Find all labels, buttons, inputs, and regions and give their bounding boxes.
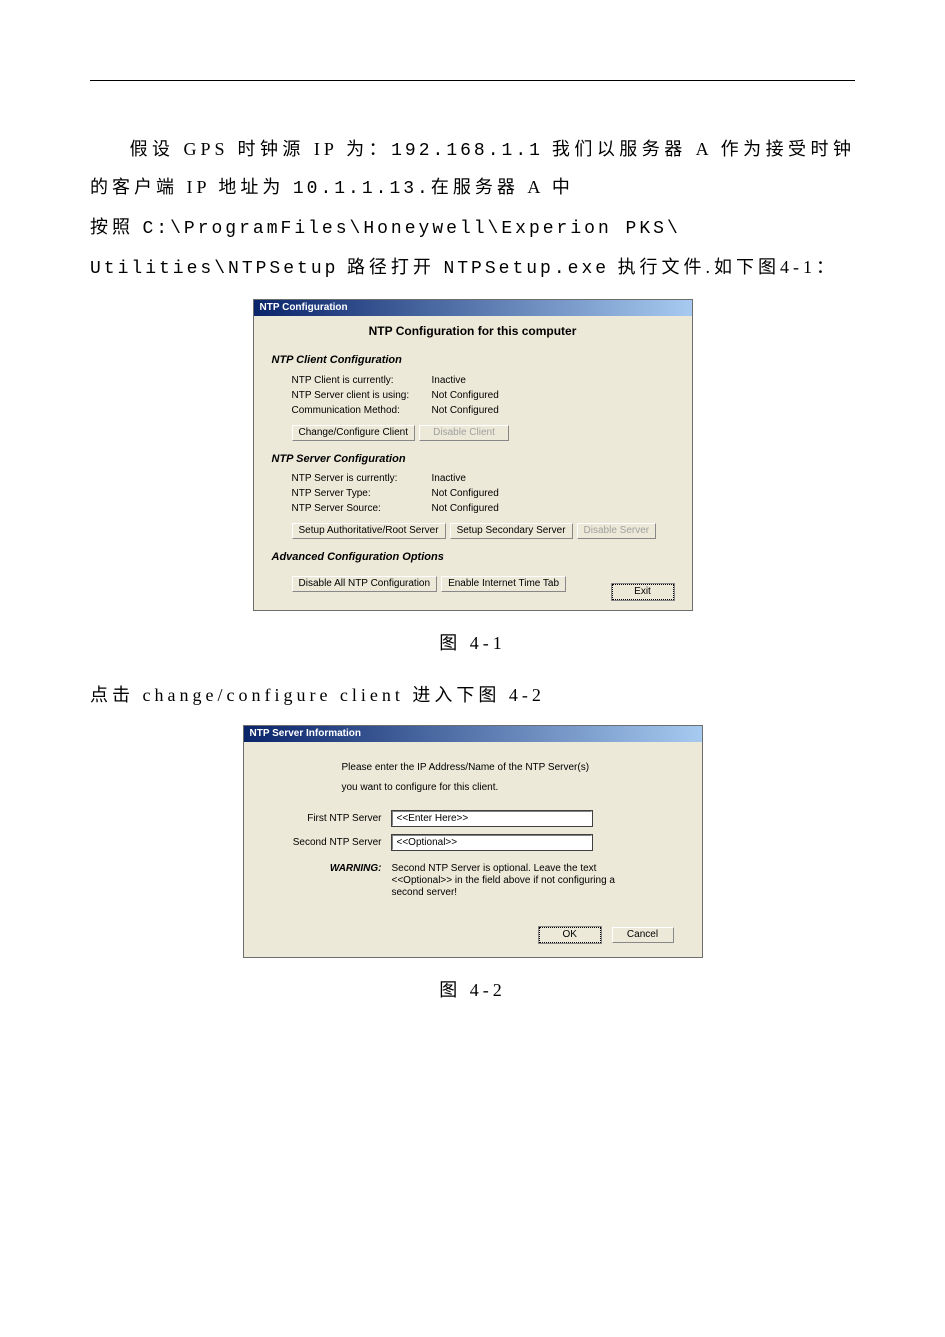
ntp-server-information-dialog: NTP Server Information Please enter the … <box>243 725 703 958</box>
client-using-label: NTP Server client is using: <box>292 390 432 402</box>
figure-4-2-wrap: NTP Server Information Please enter the … <box>90 725 855 958</box>
client-config-heading: NTP Client Configuration <box>272 354 674 367</box>
second-ntp-server-label: Second NTP Server <box>272 837 392 849</box>
paragraph-3: 点击 change/configure client 进入下图 4-2 <box>90 677 855 713</box>
client-current-value: Inactive <box>432 375 466 387</box>
advanced-config-heading: Advanced Configuration Options <box>272 551 674 564</box>
paragraph-2-line1: 按照 C:\ProgramFiles\Honeywell\Experion PK… <box>90 209 855 247</box>
setup-secondary-server-button[interactable]: Setup Secondary Server <box>450 523 573 539</box>
disable-client-button[interactable]: Disable Client <box>419 425 509 441</box>
server-source-label: NTP Server Source: <box>292 503 432 515</box>
server-current-value: Inactive <box>432 473 466 485</box>
client-comm-value: Not Configured <box>432 405 499 417</box>
client-button-row: Change/Configure Client Disable Client <box>292 419 674 443</box>
figure-4-2-caption: 图 4-2 <box>90 976 855 1002</box>
warning-label: WARNING: <box>272 863 392 875</box>
enable-internet-time-tab-button[interactable]: Enable Internet Time Tab <box>441 576 566 592</box>
ip-address-2: 10.1.1.13. <box>293 179 431 199</box>
client-current-label: NTP Client is currently: <box>292 375 432 387</box>
second-ntp-server-row: Second NTP Server <box>272 834 674 852</box>
figure-4-1-caption: 图 4-1 <box>90 629 855 655</box>
dialog1-title-text: NTP Configuration <box>260 302 348 314</box>
dialog1-titlebar[interactable]: NTP Configuration <box>254 300 692 316</box>
dialog2-instruction-line2: you want to configure for this client. <box>342 782 674 794</box>
dialog2-titlebar[interactable]: NTP Server Information <box>244 726 702 742</box>
paragraph-2-line2: Utilities\NTPSetup 路径打开 NTPSetup.exe 执行文… <box>90 249 855 287</box>
server-type-row: NTP Server Type: Not Configured <box>292 487 674 502</box>
client-using-value: Not Configured <box>432 390 499 402</box>
path-part-1: C:\ProgramFiles\Honeywell\Experion PKS\ <box>143 219 681 239</box>
server-current-label: NTP Server is currently: <box>292 473 432 485</box>
server-current-row: NTP Server is currently: Inactive <box>292 472 674 487</box>
change-configure-client-button[interactable]: Change/Configure Client <box>292 425 416 441</box>
document-body: 假设 GPS 时钟源 IP 为：192.168.1.1 我们以服务器 A 作为接… <box>90 131 855 1002</box>
client-using-row: NTP Server client is using: Not Configur… <box>292 389 674 404</box>
exe-name: NTPSetup.exe <box>443 259 609 279</box>
text-run: 假设 GPS 时钟源 IP 为： <box>130 139 392 159</box>
client-comm-row: Communication Method: Not Configured <box>292 404 674 419</box>
ip-address-1: 192.168.1.1 <box>391 141 543 161</box>
page-top-rule <box>90 80 855 81</box>
server-type-label: NTP Server Type: <box>292 488 432 500</box>
text-run: 执行文件.如下图4-1： <box>609 257 838 277</box>
warning-text: Second NTP Server is optional. Leave the… <box>392 863 632 899</box>
paragraph-1: 假设 GPS 时钟源 IP 为：192.168.1.1 我们以服务器 A 作为接… <box>90 131 855 207</box>
first-ntp-server-label: First NTP Server <box>272 813 392 825</box>
warning-row: WARNING: Second NTP Server is optional. … <box>272 862 674 901</box>
ntp-configuration-dialog: NTP Configuration NTP Configuration for … <box>253 299 693 611</box>
text-run: 路径打开 <box>338 257 443 277</box>
disable-all-ntp-button[interactable]: Disable All NTP Configuration <box>292 576 438 592</box>
server-source-value: Not Configured <box>432 503 499 515</box>
figure-4-1-wrap: NTP Configuration NTP Configuration for … <box>90 299 855 611</box>
cancel-button[interactable]: Cancel <box>612 927 674 943</box>
dialog2-instruction-line1: Please enter the IP Address/Name of the … <box>342 762 674 774</box>
dialog1-heading: NTP Configuration for this computer <box>272 316 674 344</box>
server-source-row: NTP Server Source: Not Configured <box>292 502 674 517</box>
first-ntp-server-row: First NTP Server <box>272 810 674 828</box>
text-run: 按照 <box>90 217 143 237</box>
setup-auth-root-server-button[interactable]: Setup Authoritative/Root Server <box>292 523 446 539</box>
server-button-row: Setup Authoritative/Root Server Setup Se… <box>292 517 674 541</box>
path-part-2: Utilities\NTPSetup <box>90 259 338 279</box>
client-current-row: NTP Client is currently: Inactive <box>292 374 674 389</box>
disable-server-button[interactable]: Disable Server <box>577 523 657 539</box>
ok-button[interactable]: OK <box>539 927 601 943</box>
dialog2-title-text: NTP Server Information <box>250 728 362 740</box>
first-ntp-server-input[interactable] <box>392 811 592 826</box>
client-comm-label: Communication Method: <box>292 405 432 417</box>
server-config-heading: NTP Server Configuration <box>272 453 674 466</box>
second-ntp-server-input[interactable] <box>392 835 592 850</box>
advanced-button-row: Disable All NTP Configuration Enable Int… <box>292 570 674 594</box>
server-type-value: Not Configured <box>432 488 499 500</box>
text-run: 在服务器 A 中 <box>431 177 574 197</box>
